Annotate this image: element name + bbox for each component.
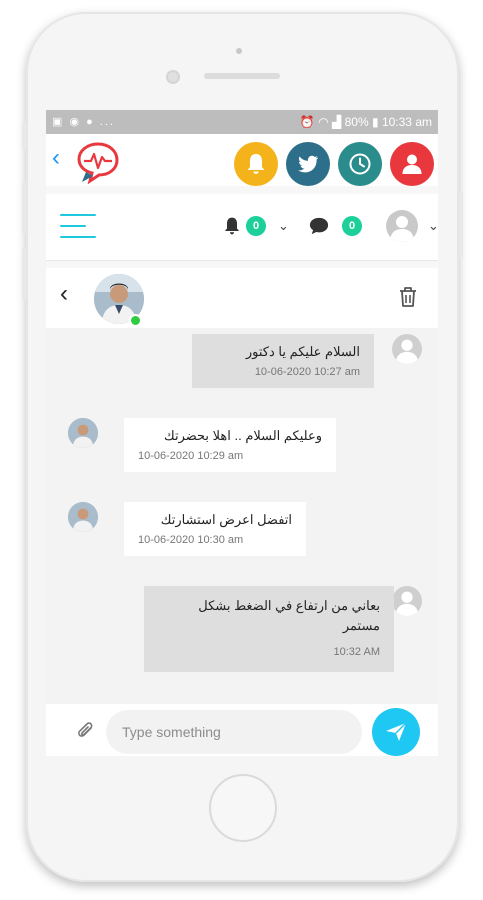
nav-bar: 0 ⌄ 0 ⌄ xyxy=(46,194,438,261)
profile-button[interactable] xyxy=(390,142,434,186)
power-button xyxy=(459,192,463,258)
notification-count-badge: 0 xyxy=(246,216,266,236)
home-button[interactable] xyxy=(209,774,277,842)
chevron-left-icon[interactable]: ‹ xyxy=(60,282,68,306)
send-button[interactable] xyxy=(372,708,420,756)
bird-icon xyxy=(298,155,318,173)
phone-frame: ▣ ◉ ● ... ⏰ ◠ ▟ 80% ▮ 10:33 am ‹ 0 ⌄ 0 ⌄… xyxy=(22,12,463,882)
message-time: 10-06-2020 10:27 am xyxy=(254,366,360,378)
chat-header: ‹ xyxy=(46,268,438,328)
status-notification-icons: ▣ ◉ ● ... xyxy=(52,116,115,128)
screen: ▣ ◉ ● ... ⏰ ◠ ▟ 80% ▮ 10:33 am ‹ 0 ⌄ 0 ⌄… xyxy=(46,110,438,756)
send-icon xyxy=(386,722,407,741)
status-bar: ▣ ◉ ● ... ⏰ ◠ ▟ 80% ▮ 10:33 am xyxy=(46,110,438,134)
person-icon xyxy=(402,154,422,174)
user-avatar xyxy=(392,586,422,616)
status-time: 10:33 am xyxy=(381,115,432,129)
message-bubble-received: اتفضل اعرض استشارتك 10-06-2020 10:30 am xyxy=(124,502,306,556)
clock-icon xyxy=(349,153,371,175)
message-time: 10-06-2020 10:29 am xyxy=(138,450,244,462)
message-list: السلام عليكم يا دكتور 10-06-2020 10:27 a… xyxy=(46,328,438,704)
signal-icon: ▟ xyxy=(332,115,342,129)
paperclip-icon[interactable] xyxy=(76,720,96,742)
message-text: وعليكم السلام .. اهلا بحضرتك xyxy=(164,428,322,443)
notifications-button[interactable] xyxy=(234,142,278,186)
mute-switch xyxy=(22,122,26,150)
message-bubble-sent: بعاني من ارتفاع في الضغط بشكل مستمر 10:3… xyxy=(144,586,394,672)
volume-down-button xyxy=(22,248,26,300)
message-text: السلام عليكم يا دكتور xyxy=(245,344,360,359)
chevron-down-icon[interactable]: ⌄ xyxy=(278,218,289,234)
message-count-badge: 0 xyxy=(342,216,362,236)
user-avatar[interactable] xyxy=(386,210,418,242)
chat-icon[interactable] xyxy=(308,216,330,236)
battery-icon: ▮ xyxy=(372,115,379,129)
twitter-button[interactable] xyxy=(286,142,330,186)
message-bubble-sent: السلام عليكم يا دكتور 10-06-2020 10:27 a… xyxy=(192,334,374,388)
proximity-sensor xyxy=(236,48,242,54)
clock-button[interactable] xyxy=(338,142,382,186)
alarm-icon: ⏰ xyxy=(299,115,315,129)
online-status-dot xyxy=(129,314,142,327)
earpiece-speaker xyxy=(204,73,280,79)
message-text: اتفضل اعرض استشارتك xyxy=(160,512,292,527)
message-text: بعاني من ارتفاع في الضغط بشكل مستمر xyxy=(198,598,380,633)
message-time: 10:32 AM xyxy=(333,646,380,658)
message-bubble-received: وعليكم السلام .. اهلا بحضرتك 10-06-2020 … xyxy=(124,418,336,472)
status-right: ⏰ ◠ ▟ 80% ▮ 10:33 am xyxy=(300,115,432,129)
message-time: 10-06-2020 10:30 am xyxy=(138,534,244,546)
battery-percent: 80% xyxy=(344,115,369,129)
doctor-avatar xyxy=(68,418,98,448)
message-input[interactable] xyxy=(106,710,362,754)
chevron-down-icon[interactable]: ⌄ xyxy=(428,218,438,234)
wifi-icon: ◠ xyxy=(318,115,329,129)
hamburger-menu-icon[interactable] xyxy=(60,214,96,240)
app-bar: ‹ xyxy=(46,134,438,186)
bell-icon[interactable] xyxy=(222,216,242,236)
doctor-avatar xyxy=(68,502,98,532)
trash-icon[interactable] xyxy=(398,286,418,308)
composer-bar xyxy=(46,704,438,756)
chevron-left-icon[interactable]: ‹ xyxy=(52,144,60,172)
bell-icon xyxy=(247,154,265,174)
chat-heartbeat-logo xyxy=(76,140,120,185)
volume-up-button xyxy=(22,182,26,234)
user-avatar xyxy=(392,334,422,364)
front-camera xyxy=(166,70,180,84)
